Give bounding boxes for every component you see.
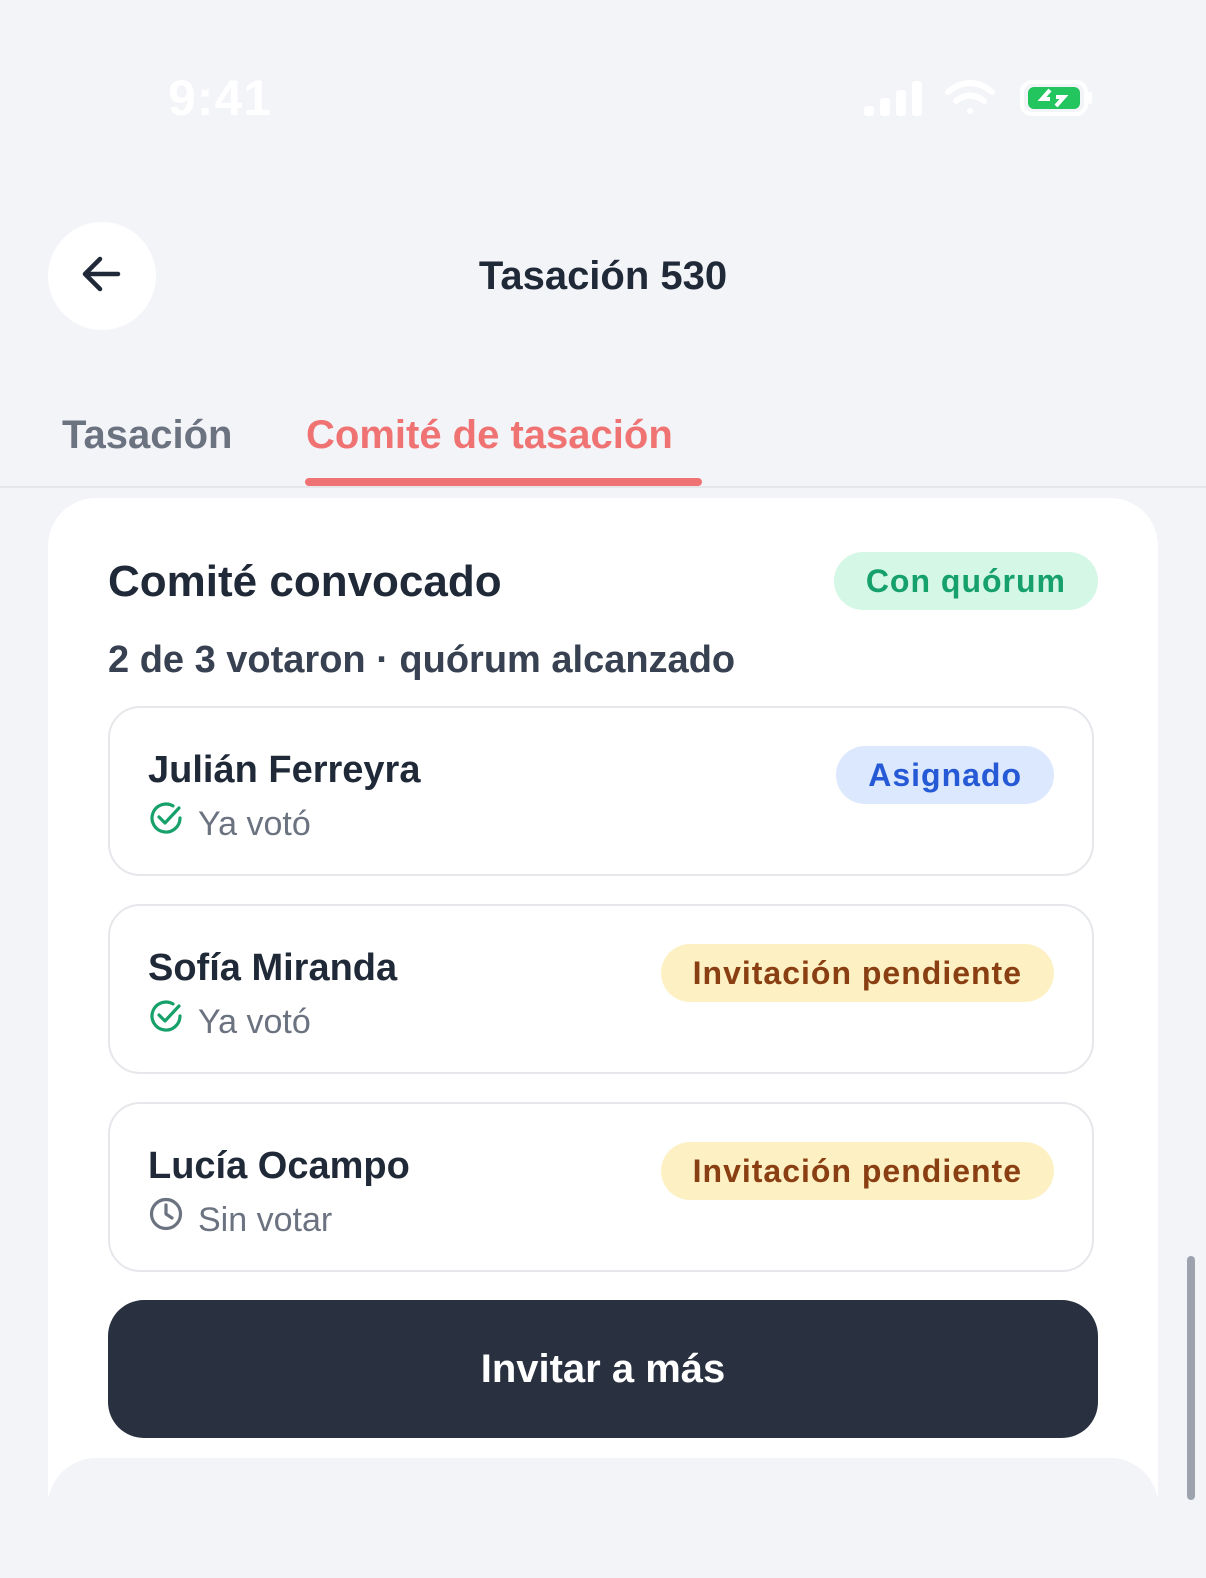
invitation-badge: Invitación pendiente (660, 1142, 1054, 1200)
vote-summary: 2 de 3 votaron · quórum alcanzado (108, 639, 736, 681)
member-card[interactable]: Julián Ferreyra Ya votó Asignado (108, 706, 1094, 876)
check-circle-icon (148, 998, 184, 1045)
member-card[interactable]: Lucía Ocampo Sin votar Invitación pendie… (108, 1102, 1094, 1272)
member-vote-status: Ya votó (148, 998, 311, 1045)
invitation-badge: Invitación pendiente (660, 944, 1054, 1002)
scrollbar[interactable] (1187, 1256, 1195, 1500)
member-name: Lucía Ocampo (148, 1145, 410, 1187)
tab-tasacion[interactable]: Tasación (62, 410, 232, 460)
member-vote-status: Sin votar (148, 1196, 332, 1243)
signal-icon (864, 81, 922, 116)
committee-card: Comité convocado Con quórum 2 de 3 votar… (48, 498, 1158, 1538)
battery-icon (1020, 80, 1092, 116)
role-badge: Asignado (836, 746, 1054, 804)
next-card-peek (48, 1458, 1158, 1578)
page-title: Tasación 530 (478, 254, 728, 298)
committee-title: Comité convocado (108, 557, 502, 606)
active-tab-indicator (305, 478, 702, 486)
status-icons (862, 78, 1094, 120)
member-name: Sofía Miranda (148, 947, 398, 989)
vote-status-label: Sin votar (198, 1200, 333, 1239)
tab-comite-de-tasacion[interactable]: Comité de tasación (306, 410, 673, 460)
invite-more-button[interactable]: Invitar a más (108, 1300, 1098, 1438)
member-name: Julián Ferreyra (148, 749, 421, 791)
member-card[interactable]: Sofía Miranda Ya votó Invitación pendien… (108, 904, 1094, 1074)
check-circle-icon (148, 800, 184, 847)
wifi-icon (945, 80, 995, 114)
member-vote-status: Ya votó (148, 800, 311, 847)
status-time: 9:41 (168, 70, 273, 126)
vote-status-label: Ya votó (198, 804, 311, 843)
vote-status-label: Ya votó (198, 1002, 311, 1041)
clock-icon (148, 1196, 184, 1243)
tab-bar: Tasación Comité de tasación (0, 392, 1206, 488)
quorum-badge: Con quórum (833, 552, 1098, 610)
